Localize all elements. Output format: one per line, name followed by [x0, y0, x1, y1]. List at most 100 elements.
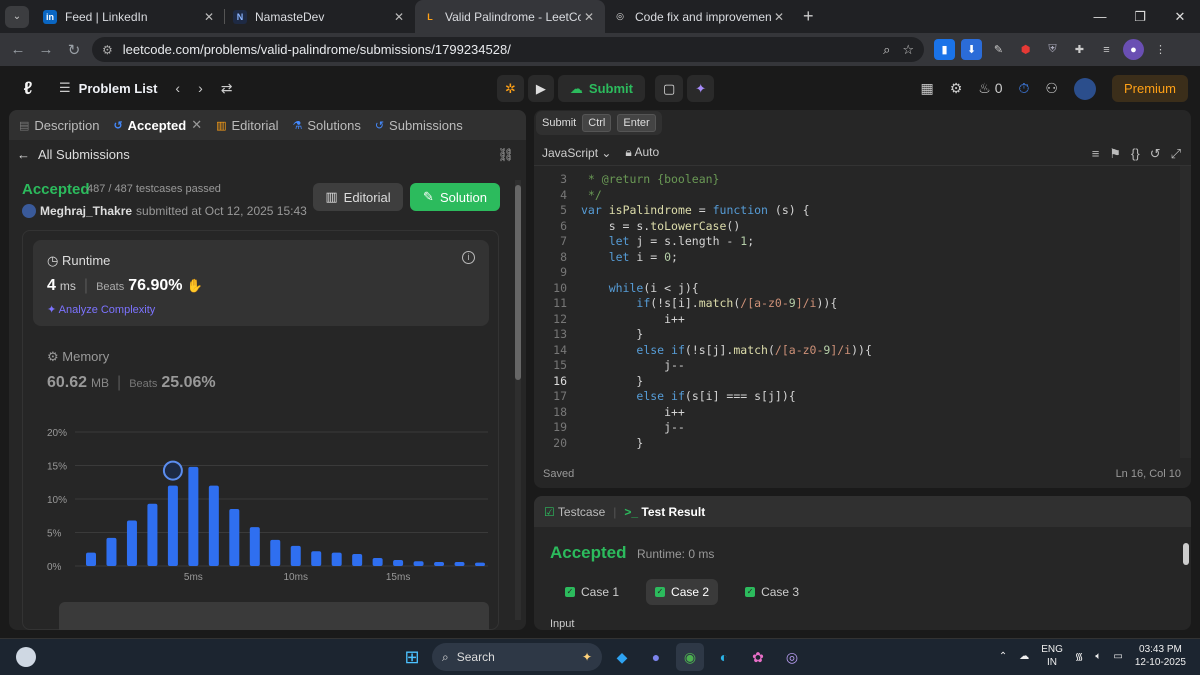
- info-icon[interactable]: i: [462, 251, 475, 264]
- next-problem-icon[interactable]: ›: [198, 80, 203, 96]
- solution-button[interactable]: ✎ Solution: [410, 183, 500, 211]
- close-icon[interactable]: ✕: [581, 10, 597, 24]
- eyedropper-icon[interactable]: ✎: [988, 39, 1009, 60]
- chart-bar[interactable]: [454, 561, 465, 566]
- chart-bar[interactable]: [208, 485, 219, 566]
- ai-assist-button[interactable]: ✦: [687, 75, 715, 102]
- chart-bar[interactable]: [86, 552, 96, 566]
- scrollbar[interactable]: [1182, 536, 1190, 626]
- wifi-icon[interactable]: ᯾: [1075, 649, 1084, 663]
- close-icon[interactable]: ✕: [771, 10, 787, 24]
- vscode-icon[interactable]: ◆: [608, 643, 636, 671]
- browser-tab[interactable]: N NamasteDev ✕: [225, 0, 415, 33]
- bookmark-icon[interactable]: ⚑: [1109, 146, 1121, 162]
- code-area[interactable]: 3 * @return {boolean} 4 */ 5 var isPalindro…: [534, 168, 1179, 456]
- range-selector[interactable]: [59, 602, 489, 630]
- language-indicator[interactable]: ENG IN: [1041, 643, 1063, 669]
- clock[interactable]: 03:43 PM 12-10-2025: [1135, 643, 1186, 669]
- chart-bar[interactable]: [331, 552, 342, 566]
- link-icon[interactable]: ⛓: [497, 147, 514, 163]
- chart-bar[interactable]: [372, 557, 383, 566]
- zoom-icon[interactable]: ⌕: [883, 42, 890, 58]
- tab-testcase[interactable]: ☑ Testcase: [544, 505, 605, 519]
- expand-icon[interactable]: ⤢: [1171, 146, 1181, 162]
- chevron-up-icon[interactable]: ⌃: [999, 651, 1007, 662]
- tab-submissions[interactable]: ↺ Submissions: [375, 118, 463, 133]
- case-2-tab[interactable]: ✓ Case 2: [646, 579, 719, 605]
- notes-button[interactable]: ▢: [654, 75, 684, 102]
- ublock-icon[interactable]: ⬢: [1015, 39, 1036, 60]
- case-3-tab[interactable]: ✓ Case 3: [736, 579, 808, 605]
- media-icon[interactable]: ≡: [1096, 39, 1117, 60]
- volume-icon[interactable]: 🔈︎: [1095, 651, 1101, 662]
- analyze-complexity-link[interactable]: ✦ Analyze Complexity: [47, 303, 155, 316]
- chrome-icon[interactable]: ◉: [676, 643, 704, 671]
- streak-button[interactable]: ♨ 0: [978, 80, 1002, 97]
- chart-bar[interactable]: [290, 545, 301, 566]
- edge-icon[interactable]: ◐: [710, 643, 738, 671]
- weather-icon[interactable]: [16, 647, 36, 667]
- minimize-button[interactable]: —: [1080, 0, 1120, 33]
- chart-bar[interactable]: [434, 561, 445, 566]
- browser-tab-active[interactable]: L Valid Palindrome - LeetCode ✕: [415, 0, 605, 33]
- taskbar-search[interactable]: ⌕ Search ✦: [432, 643, 602, 671]
- close-icon[interactable]: ✕: [201, 10, 217, 24]
- chart-bar[interactable]: [311, 551, 322, 566]
- leetcode-logo-icon[interactable]: ℓ: [17, 77, 39, 99]
- windows-start-icon[interactable]: ⊞: [398, 643, 426, 671]
- reset-icon[interactable]: ↺: [1150, 146, 1161, 162]
- editor-minimap[interactable]: [1180, 166, 1191, 458]
- chart-bar[interactable]: [352, 553, 363, 566]
- chart-bar[interactable]: [106, 537, 117, 566]
- puzzle-icon[interactable]: ✚: [1069, 39, 1090, 60]
- settings-gear-icon[interactable]: ⚙: [950, 80, 963, 97]
- runtime-card[interactable]: ◷ Runtime i 4 ms | Beats 76.90% ✋ ✦ Anal…: [33, 240, 489, 326]
- site-info-icon[interactable]: ⚙: [102, 43, 113, 57]
- case-1-tab[interactable]: ✓ Case 1: [556, 579, 628, 605]
- bookmark-star-icon[interactable]: ☆: [902, 42, 914, 58]
- browser-tab[interactable]: in Feed | LinkedIn ✕: [35, 0, 225, 33]
- shuffle-icon[interactable]: ⇄: [221, 80, 233, 97]
- all-submissions-link[interactable]: ← All Submissions: [17, 147, 130, 162]
- cloud-icon[interactable]: ☁: [1019, 651, 1029, 662]
- shield-icon[interactable]: ⛨: [1042, 39, 1063, 60]
- browser-app-icon[interactable]: ◎: [778, 643, 806, 671]
- tab-description[interactable]: ▤ Description: [19, 118, 99, 133]
- download-icon[interactable]: ⬇: [961, 39, 982, 60]
- avatar[interactable]: [1073, 77, 1096, 100]
- format-icon[interactable]: ≡: [1092, 146, 1100, 162]
- copilot-icon[interactable]: ✿: [744, 643, 772, 671]
- chart-bar[interactable]: [413, 561, 424, 566]
- layout-icon[interactable]: ▦: [920, 80, 933, 97]
- scrollbar[interactable]: [515, 180, 521, 620]
- chart-bar[interactable]: [229, 509, 240, 566]
- menu-icon[interactable]: ⋮: [1150, 39, 1171, 60]
- chart-bar[interactable]: [126, 520, 137, 566]
- close-icon[interactable]: ✕: [191, 117, 202, 133]
- window-close-button[interactable]: ✕: [1160, 0, 1200, 33]
- submit-button[interactable]: ☁ Submit: [557, 75, 645, 102]
- premium-button[interactable]: Premium: [1111, 75, 1188, 102]
- problem-list-button[interactable]: ☰ Problem List: [59, 80, 157, 96]
- chart-bar[interactable]: [167, 485, 178, 566]
- tab-test-result[interactable]: >_ Test Result: [624, 505, 705, 519]
- chart-bar[interactable]: [147, 503, 158, 566]
- timer-icon[interactable]: ⏱: [1019, 80, 1030, 97]
- battery-icon[interactable]: ▭: [1113, 651, 1122, 662]
- close-icon[interactable]: ✕: [391, 10, 407, 24]
- chart-bar[interactable]: [475, 562, 485, 566]
- braces-icon[interactable]: {}: [1131, 146, 1140, 162]
- tab-editorial[interactable]: ▥ Editorial: [216, 118, 278, 133]
- back-icon[interactable]: ←: [4, 41, 32, 58]
- profile-icon[interactable]: ●: [1123, 39, 1144, 60]
- prev-problem-icon[interactable]: ‹: [175, 80, 180, 96]
- extension-icon[interactable]: ▮: [934, 39, 955, 60]
- auto-mode[interactable]: 🔒︎ Auto: [625, 145, 659, 160]
- username-link[interactable]: Meghraj_Thakre: [40, 204, 132, 218]
- editorial-button[interactable]: ▥ Editorial: [313, 183, 403, 211]
- language-select[interactable]: JavaScript ⌄: [542, 146, 611, 160]
- chart-bar[interactable]: [249, 527, 260, 566]
- chart-bar[interactable]: [393, 559, 404, 566]
- tab-search-button[interactable]: ⌄: [5, 5, 29, 28]
- teams-icon[interactable]: ●: [642, 643, 670, 671]
